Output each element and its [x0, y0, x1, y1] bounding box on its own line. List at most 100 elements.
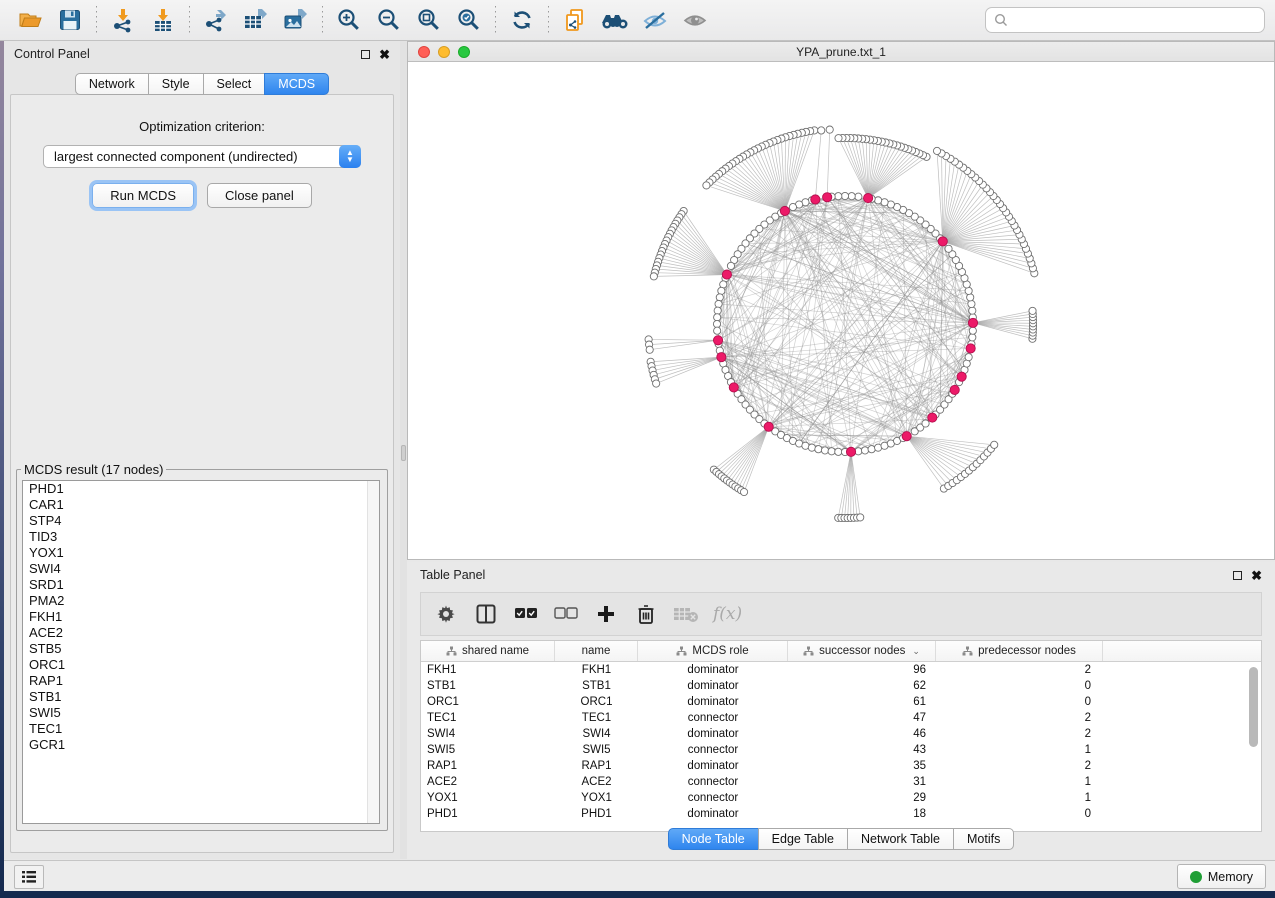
hide-selected-icon[interactable] — [635, 3, 675, 37]
column-header-successor-nodes[interactable]: successor nodes⌄ — [788, 641, 936, 661]
zoom-fit-icon[interactable] — [409, 3, 449, 37]
mcds-hub-node[interactable] — [764, 422, 773, 431]
result-list-scrollbar[interactable] — [367, 481, 379, 823]
tab-select[interactable]: Select — [203, 73, 266, 95]
panel-splitter[interactable] — [400, 41, 407, 859]
tab-node-table[interactable]: Node Table — [668, 828, 759, 850]
table-row[interactable]: SWI5SWI5connector431 — [421, 742, 1261, 758]
table-cell: RAP1 — [555, 760, 638, 772]
table-row[interactable]: STB1STB1dominator620 — [421, 678, 1261, 694]
result-list-item[interactable]: ORC1 — [23, 657, 379, 673]
close-panel-icon[interactable]: ✖ — [379, 50, 390, 59]
tab-network[interactable]: Network — [75, 73, 149, 95]
search-input[interactable] — [1014, 13, 1256, 27]
result-list-item[interactable]: FKH1 — [23, 609, 379, 625]
table-row[interactable]: TEC1TEC1connector472 — [421, 710, 1261, 726]
toolbar-separator — [322, 6, 323, 34]
table-settings-gear-icon[interactable] — [433, 601, 459, 627]
tab-style[interactable]: Style — [148, 73, 204, 95]
result-list-item[interactable]: TID3 — [23, 529, 379, 545]
import-table-icon[interactable] — [143, 3, 183, 37]
search-field[interactable] — [985, 7, 1265, 33]
mcds-hub-node[interactable] — [928, 413, 937, 422]
criterion-dropdown[interactable]: largest connected component (undirected)… — [43, 145, 361, 168]
table-row[interactable]: RAP1RAP1dominator352 — [421, 758, 1261, 774]
table-row[interactable]: ORC1ORC1dominator610 — [421, 694, 1261, 710]
table-row[interactable]: PHD1PHD1dominator180 — [421, 806, 1261, 822]
result-list-item[interactable]: STB5 — [23, 641, 379, 657]
memory-label: Memory — [1208, 870, 1253, 884]
run-mcds-button[interactable]: Run MCDS — [92, 183, 194, 208]
memory-button[interactable]: Memory — [1177, 864, 1266, 889]
mcds-hub-node[interactable] — [780, 206, 789, 215]
result-list-item[interactable]: SRD1 — [23, 577, 379, 593]
mcds-hub-node[interactable] — [823, 193, 832, 202]
table-row[interactable]: SWI4SWI4dominator462 — [421, 726, 1261, 742]
result-list-item[interactable]: PMA2 — [23, 593, 379, 609]
mcds-hub-node[interactable] — [713, 336, 722, 345]
deselect-all-icon[interactable] — [553, 601, 579, 627]
table-scrollbar-thumb[interactable] — [1249, 667, 1258, 747]
mcds-hub-node[interactable] — [846, 447, 855, 456]
close-table-panel-icon[interactable]: ✖ — [1251, 571, 1262, 580]
column-header-name[interactable]: name — [555, 641, 638, 661]
result-list-item[interactable]: CAR1 — [23, 497, 379, 513]
column-header-shared-name[interactable]: shared name — [421, 641, 555, 661]
table-row[interactable]: ACE2ACE2connector311 — [421, 774, 1261, 790]
result-list-item[interactable]: ACE2 — [23, 625, 379, 641]
save-session-icon[interactable] — [50, 3, 90, 37]
table-row[interactable]: FKH1FKH1dominator962 — [421, 662, 1261, 678]
tab-network-table[interactable]: Network Table — [847, 828, 954, 850]
share-document-icon[interactable] — [555, 3, 595, 37]
export-image-icon[interactable] — [276, 3, 316, 37]
import-network-icon[interactable] — [103, 3, 143, 37]
result-list-item[interactable]: PHD1 — [23, 481, 379, 497]
show-all-icon[interactable] — [675, 3, 715, 37]
network-graph[interactable] — [408, 62, 1274, 559]
result-list-item[interactable]: TEC1 — [23, 721, 379, 737]
float-panel-icon[interactable] — [361, 50, 370, 59]
export-table-icon[interactable] — [236, 3, 276, 37]
zoom-out-icon[interactable] — [369, 3, 409, 37]
open-file-icon[interactable] — [10, 3, 50, 37]
column-header-predecessor-nodes[interactable]: predecessor nodes — [936, 641, 1103, 661]
export-network-icon[interactable] — [196, 3, 236, 37]
table-row[interactable]: YOX1YOX1connector291 — [421, 790, 1261, 806]
task-history-button[interactable] — [14, 865, 44, 889]
select-all-icon[interactable] — [513, 601, 539, 627]
tab-motifs[interactable]: Motifs — [953, 828, 1014, 850]
mcds-hub-node[interactable] — [957, 372, 966, 381]
mcds-hub-node[interactable] — [722, 270, 731, 279]
zoom-in-icon[interactable] — [329, 3, 369, 37]
close-panel-button[interactable]: Close panel — [207, 183, 312, 208]
delete-column-icon[interactable] — [633, 601, 659, 627]
first-neighbors-icon[interactable] — [595, 3, 635, 37]
mcds-hub-node[interactable] — [968, 318, 977, 327]
column-panel-icon[interactable] — [473, 601, 499, 627]
result-list-item[interactable]: RAP1 — [23, 673, 379, 689]
mcds-hub-node[interactable] — [966, 344, 975, 353]
mcds-result-list[interactable]: PHD1CAR1STP4TID3YOX1SWI4SRD1PMA2FKH1ACE2… — [22, 480, 380, 824]
mcds-hub-node[interactable] — [902, 432, 911, 441]
mcds-hub-node[interactable] — [811, 195, 820, 204]
add-column-icon[interactable] — [593, 601, 619, 627]
result-list-item[interactable]: YOX1 — [23, 545, 379, 561]
result-list-item[interactable]: STP4 — [23, 513, 379, 529]
result-list-item[interactable]: GCR1 — [23, 737, 379, 753]
result-list-item[interactable]: SWI4 — [23, 561, 379, 577]
splitter-grip-icon[interactable] — [401, 445, 406, 461]
tab-mcds[interactable]: MCDS — [264, 73, 329, 95]
refresh-view-icon[interactable] — [502, 3, 542, 37]
float-table-panel-icon[interactable] — [1233, 571, 1242, 580]
zoom-selected-icon[interactable] — [449, 3, 489, 37]
tab-edge-table[interactable]: Edge Table — [758, 828, 848, 850]
result-list-item[interactable]: SWI5 — [23, 705, 379, 721]
mcds-hub-node[interactable] — [729, 383, 738, 392]
result-list-item[interactable]: STB1 — [23, 689, 379, 705]
network-canvas[interactable] — [408, 62, 1274, 559]
column-header-MCDS-role[interactable]: MCDS role — [638, 641, 788, 661]
mcds-hub-node[interactable] — [950, 385, 959, 394]
mcds-hub-node[interactable] — [717, 353, 726, 362]
mcds-hub-node[interactable] — [864, 194, 873, 203]
mcds-hub-node[interactable] — [938, 237, 947, 246]
